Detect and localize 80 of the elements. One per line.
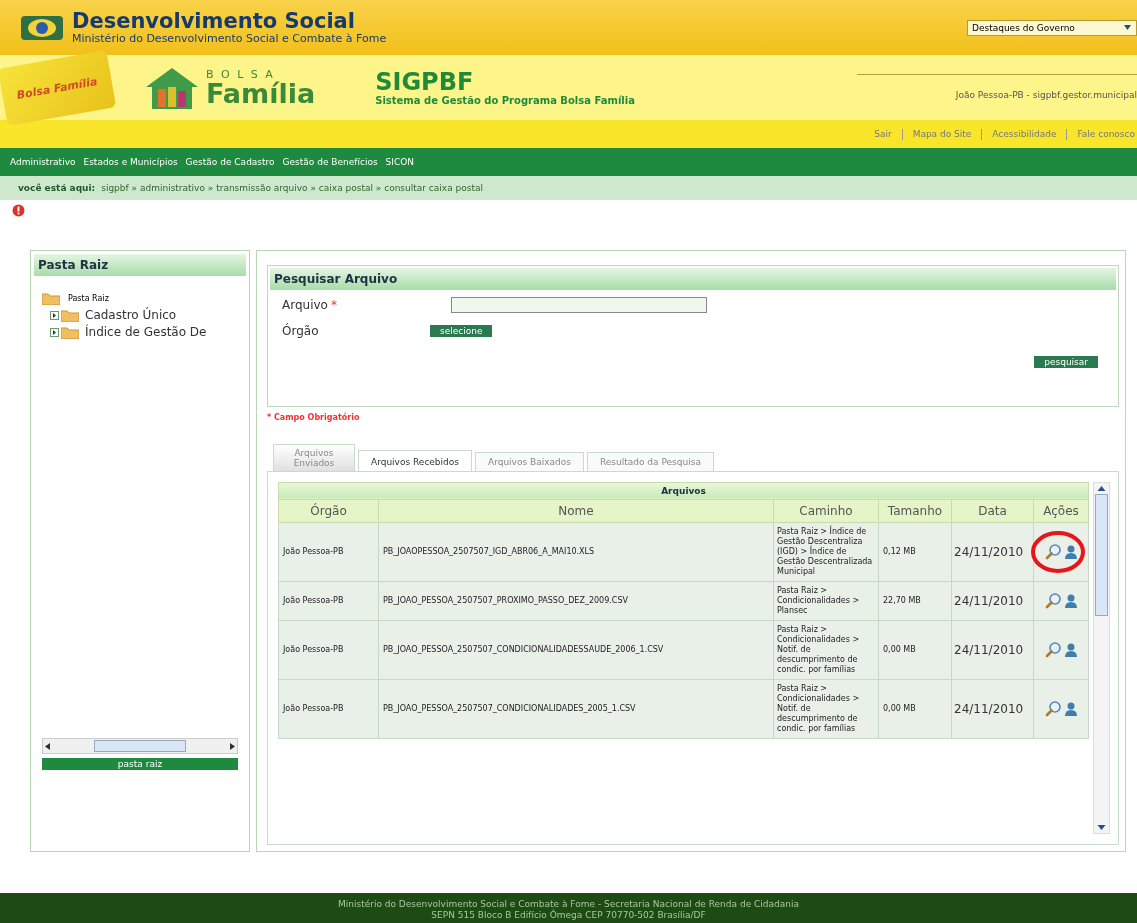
required-note: * Campo Obrigatório [267, 412, 361, 422]
nav-item[interactable]: Administrativo [10, 157, 76, 167]
table-cell: 0,12 MB [878, 522, 952, 582]
root-folder-button[interactable]: pasta raiz [42, 758, 238, 770]
panel-title: Pesquisar Arquivo [270, 268, 1116, 290]
table-cell: Pasta Raiz > Condicionalidades > Notif. de descumprimento de condic. por famílias [773, 620, 879, 680]
table-cell: Pasta Raiz > Índice de Gestão Descentraliza (IGD) > Índice de Gestão Descentralizada Municipal [773, 522, 879, 582]
header-link[interactable]: Acessibilidade [992, 129, 1057, 139]
table-cell: PB_JOAO_PESSOA_2507507_CONDICIONALIDADES_2005_1.CSV [378, 679, 774, 739]
table-cell: 24/11/2010 [951, 581, 1034, 621]
tree-item[interactable]: Pasta Raiz [68, 294, 109, 303]
system-subtitle: Sistema de Gestão do Programa Bolsa Família [375, 95, 635, 106]
select-button[interactable]: selecione [430, 325, 493, 337]
magnifier-icon[interactable] [1044, 543, 1062, 561]
logo-wordmark: Família [206, 81, 316, 107]
person-icon[interactable] [1063, 593, 1078, 609]
file-input[interactable] [450, 297, 707, 313]
header-link[interactable]: Mapa do Site [912, 129, 972, 139]
breadcrumb-label: você está aqui: [18, 183, 96, 193]
table-cell: PB_JOAO_PESSOA_2507507_CONDICIONALIDADESSAUDE_2006_1.CSV [378, 620, 774, 680]
table-cell: 0,00 MB [878, 620, 952, 680]
table-cell: Pasta Raiz > Condicionalidades > Notif. de descumprimento de condic. por famílias [773, 679, 879, 739]
table-cell: João Pessoa-PB [278, 620, 379, 680]
table-cell: 24/11/2010 [951, 620, 1034, 680]
tab[interactable]: Arquivos Baixados [475, 451, 584, 471]
magnifier-icon[interactable] [1044, 641, 1062, 659]
person-icon[interactable] [1063, 642, 1078, 658]
table-caption: Arquivos [278, 482, 1089, 500]
alert-icon [12, 203, 25, 217]
horizontal-scrollbar[interactable] [42, 738, 238, 754]
user-info: João Pessoa-PB - sigpbf.gestor.municipal [955, 89, 1137, 100]
table-cell: João Pessoa-PB [278, 679, 379, 739]
table-cell: João Pessoa-PB [278, 581, 379, 621]
nav-item[interactable]: Gestão de Benefícios [282, 157, 378, 167]
table-cell: 24/11/2010 [951, 679, 1034, 739]
footer-text: Ministério do Desenvolvimento Social e Combate à Fome - Secretaria Nacional de Renda de Cidadania [338, 899, 799, 909]
field-label: Órgão [282, 324, 320, 338]
government-dropdown[interactable]: Destaques do Governo [967, 19, 1137, 36]
table-cell: 22,70 MB [878, 581, 952, 621]
tab[interactable]: Resultado da Pesquisa [586, 451, 714, 471]
nav-item[interactable]: Gestão de Cadastro [185, 157, 275, 167]
table-cell: Pasta Raiz > Condicionalidades > Plansec [773, 581, 879, 621]
scroll-left-icon[interactable] [43, 741, 52, 751]
tab[interactable]: Arquivos Enviados [273, 443, 355, 471]
table-cell: PB_JOAO_PESSOA_2507507_PROXIMO_PASSO_DEZ_2009.CSV [378, 581, 774, 621]
folder-icon [61, 325, 79, 339]
tab[interactable]: Arquivos Recebidos [358, 449, 472, 471]
required-mark: * [330, 298, 338, 312]
table-cell: 24/11/2010 [951, 522, 1034, 582]
person-icon[interactable] [1063, 701, 1078, 717]
person-icon[interactable] [1063, 544, 1078, 560]
folder-icon [61, 308, 79, 322]
logo-letters: B O L S A [206, 68, 276, 81]
magnifier-icon[interactable] [1044, 592, 1062, 610]
scroll-right-icon[interactable] [228, 741, 237, 751]
table-cell: PB_JOAOPESSOA_2507507_IGD_ABR06_A_MAI10.XLS [378, 522, 774, 582]
field-label: Arquivo [282, 298, 328, 312]
breadcrumb-path[interactable]: sigpbf » administrativo » transmissão arquivo » caixa postal » consultar caixa postal [101, 183, 483, 193]
expand-icon[interactable] [50, 310, 59, 320]
header-link[interactable]: Fale conosco [1077, 129, 1135, 139]
dropdown-arrow-icon[interactable] [1123, 22, 1132, 32]
tree-item[interactable]: Índice de Gestão De [85, 325, 207, 339]
system-name: SIGPBF [375, 69, 475, 95]
site-title: Desenvolvimento Social [72, 10, 356, 32]
site-subtitle: Ministério do Desenvolvimento Social e Combate à Fome [72, 32, 387, 45]
column-header: Nome [378, 499, 774, 523]
vertical-scrollbar[interactable] [1093, 481, 1110, 834]
nav-item[interactable]: Estados e Municípios [83, 157, 178, 167]
nav-item[interactable]: SICON [385, 157, 415, 167]
header-link[interactable]: Sair [874, 129, 892, 139]
expand-icon[interactable] [50, 327, 59, 337]
column-header: Órgão [278, 499, 379, 523]
magnifier-icon[interactable] [1044, 700, 1062, 718]
folder-icon [42, 292, 60, 305]
table-cell: 0,00 MB [878, 679, 952, 739]
panel-title: Pasta Raiz [34, 254, 246, 276]
search-button[interactable]: pesquisar [1034, 356, 1098, 368]
tree-item[interactable]: Cadastro Único [85, 308, 177, 322]
footer-text: SEPN 515 Bloco B Edifício Ômega CEP 70770-502 Brasília/DF [431, 910, 706, 921]
table-cell: João Pessoa-PB [278, 522, 379, 582]
